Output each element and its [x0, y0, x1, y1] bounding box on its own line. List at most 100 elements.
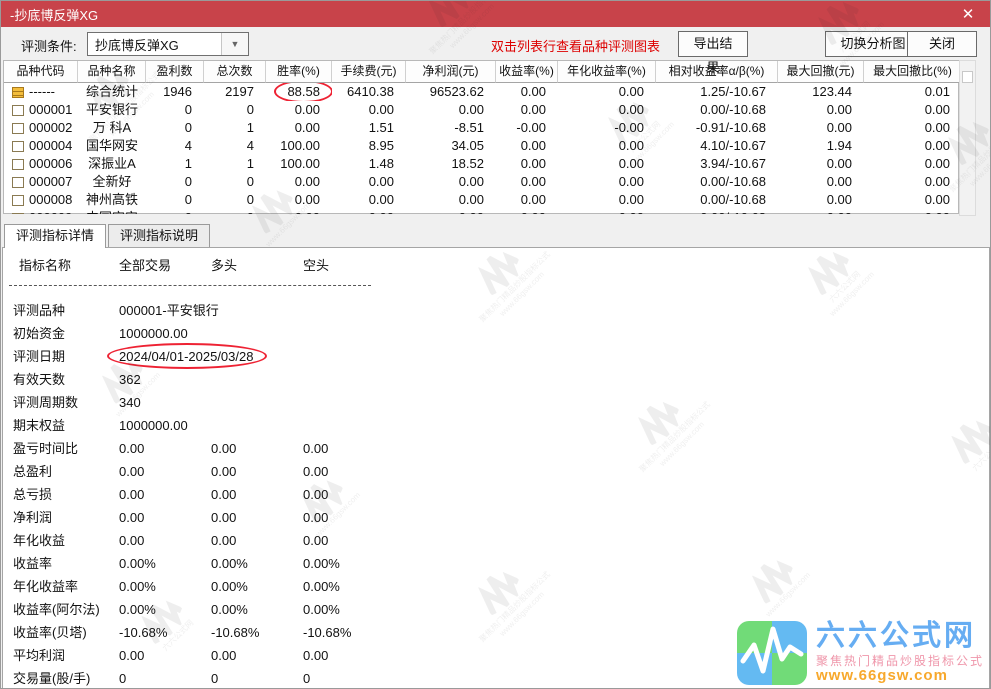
row-checkbox-icon[interactable] [12, 194, 24, 206]
site-logo-url: www.66gsw.com [815, 667, 948, 685]
metric-label: 总亏损 [13, 487, 53, 502]
row-checkbox-icon[interactable] [12, 122, 24, 134]
row-checkbox-icon[interactable] [12, 104, 24, 116]
win-rate-value: 0.00 [294, 102, 320, 117]
column-header[interactable]: 盈利数 [146, 61, 204, 83]
column-header[interactable]: 总次数 [204, 61, 266, 83]
detail-column-header: 全部交易 [119, 258, 172, 273]
win-rate-value: 0.00 [294, 192, 320, 207]
metric-label: 评测品种 [13, 303, 66, 318]
detail-row: 收益率(阿尔法) 0.00% 0.00% 0.00% [3, 598, 563, 621]
metric-value-all: 0.00 [119, 510, 145, 525]
metric-value-all: 0.00 [119, 487, 145, 502]
column-header[interactable]: 品种名称 [78, 61, 146, 83]
metric-value-long: 0.00% [211, 602, 248, 617]
metric-label: 总盈利 [13, 464, 53, 479]
table-row[interactable]: 000001 平安银行 0 0 0.00 0.00 0.00 0.00 0.00… [4, 101, 958, 119]
metric-value-long: 0.00 [211, 648, 237, 663]
titlebar[interactable]: -抄底博反弹XG ✕ [1, 1, 990, 27]
detail-tabstrip: 评测指标详情 评测指标说明 [4, 224, 211, 248]
metric-label: 评测周期数 [13, 395, 79, 410]
stock-name: 全新好 [92, 174, 132, 189]
table-row[interactable]: 000008 神州高铁 0 0 0.00 0.00 0.00 0.00 0.00… [4, 191, 958, 209]
metric-value-long: 0 [211, 671, 219, 686]
column-header[interactable]: 手续费(元) [332, 61, 406, 83]
detail-row: 平均利润 0.00 0.00 0.00 [3, 644, 563, 667]
metric-value-short: 0.00 [303, 648, 329, 663]
metric-label: 初始资金 [13, 326, 66, 341]
stock-code: 000004 [29, 138, 73, 153]
metric-value-long: 0.00% [211, 556, 248, 571]
metric-value-long: 0.00 [211, 510, 237, 525]
metric-value-all: 0.00 [119, 648, 145, 663]
metric-value-all: 340 [119, 395, 141, 410]
toolbar: 评测条件: 抄底博反弹XG ▼ 双击列表行查看品种评测图表 导出结果 切换分析图… [1, 27, 990, 75]
metric-value-all: 362 [119, 372, 141, 387]
metric-value-all: 000001-平安银行 [119, 303, 219, 318]
metric-value-short: -10.68% [303, 625, 352, 640]
metric-value-all: -10.68% [119, 625, 168, 640]
win-rate-value: 0.00 [294, 174, 320, 189]
metric-value-all: 1000000.00 [119, 326, 188, 341]
row-checkbox-icon[interactable] [12, 176, 24, 188]
column-header[interactable]: 胜率(%) [266, 61, 332, 83]
stock-code: 000002 [29, 120, 73, 135]
metric-value-all: 2024/04/01-2025/03/28 [106, 343, 268, 369]
condition-select[interactable]: 抄底博反弹XG ▼ [87, 32, 249, 56]
stock-name: 神州高铁 [85, 192, 138, 207]
detail-row: 评测日期 2024/04/01-2025/03/28 [3, 343, 563, 369]
column-header[interactable]: 年化收益率(%) [558, 61, 656, 83]
metric-value-all: 0.00 [119, 533, 145, 548]
table-vertical-scrollbar[interactable] [959, 60, 976, 216]
export-results-button[interactable]: 导出结果 [678, 31, 748, 75]
condition-value: 抄底博反弹XG [95, 37, 179, 53]
titlebar-close-icon[interactable]: ✕ [955, 5, 981, 23]
metric-value-short: 0.00 [303, 441, 329, 456]
table-row[interactable]: 000006 深振业A 1 1 100.00 1.48 18.52 0.00 0… [4, 155, 958, 173]
column-header[interactable]: 最大回撤比(%) [864, 61, 962, 83]
column-header[interactable]: 收益率(%) [496, 61, 558, 83]
row-checkbox-icon[interactable] [12, 212, 24, 214]
stock-code: 000009 [29, 209, 72, 214]
metric-value-short: 0.00 [303, 487, 329, 502]
column-header[interactable]: 最大回撤(元) [778, 61, 864, 83]
tab[interactable]: 评测指标详情 [4, 224, 107, 248]
metric-label: 收益率(阿尔法) [13, 602, 100, 617]
chevron-down-icon[interactable]: ▼ [221, 33, 248, 55]
metric-label: 净利润 [13, 510, 53, 525]
table-row[interactable]: 000009 中国宝安 0 0 0.00 0.00 0.00 0.00 0.00… [4, 209, 958, 214]
detail-row: 评测周期数 340 [3, 391, 563, 414]
detail-row: 总盈利 0.00 0.00 0.00 [3, 460, 563, 483]
tab[interactable]: 评测指标说明 [108, 224, 211, 247]
detail-row: 收益率 0.00% 0.00% 0.00% [3, 552, 563, 575]
metric-value-all: 0.00 [119, 464, 145, 479]
metric-value-short: 0.00 [303, 464, 329, 479]
stock-code: 000001 [29, 102, 73, 117]
stock-name: 深振业A [88, 156, 136, 171]
detail-row: 期末权益 1000000.00 [3, 414, 563, 437]
table-row[interactable]: 000007 全新好 0 0 0.00 0.00 0.00 0.00 0.00 … [4, 173, 958, 191]
metric-value-long: 0.00 [211, 441, 237, 456]
column-header[interactable]: 净利润(元) [406, 61, 496, 83]
row-checkbox-icon[interactable] [12, 158, 24, 170]
close-button[interactable]: 关闭 [907, 31, 977, 57]
row-checkbox-icon[interactable] [12, 86, 24, 98]
stock-name: 综合统计 [85, 84, 138, 99]
scrollbar-thumb[interactable] [962, 71, 973, 83]
metric-label: 盈亏时间比 [13, 441, 79, 456]
detail-row: 年化收益率 0.00% 0.00% 0.00% [3, 575, 563, 598]
table-row[interactable]: ------ 综合统计 1946 2197 88.58 6410.38 9652… [4, 83, 958, 101]
row-checkbox-icon[interactable] [12, 140, 24, 152]
metric-value-short: 0.00 [303, 510, 329, 525]
win-rate-value: 100.00 [280, 156, 320, 171]
site-logo: 六六公式网 聚焦热门精品炒股指标公式 www.66gsw.com [736, 620, 984, 685]
detail-row: 交易量(股/手) 0 0 0 [3, 667, 563, 688]
column-header[interactable]: 品种代码 [4, 61, 78, 83]
results-table-header: 品种代码 品种名称 盈利数 总次数 胜率(%) 手续费(元) 净利润(元) 收益率(%) 年化收… [4, 61, 962, 83]
stock-code: 000008 [29, 192, 73, 207]
table-row[interactable]: 000004 国华网安 4 4 100.00 8.95 34.05 0.00 0… [4, 137, 958, 155]
detail-row: 年化收益 0.00 0.00 0.00 [3, 529, 563, 552]
detail-row: 初始资金 1000000.00 [3, 322, 563, 345]
metric-label: 年化收益率 [13, 579, 79, 594]
table-row[interactable]: 000002 万 科A 0 1 0.00 1.51 -8.51 -0.00 -0… [4, 119, 958, 137]
